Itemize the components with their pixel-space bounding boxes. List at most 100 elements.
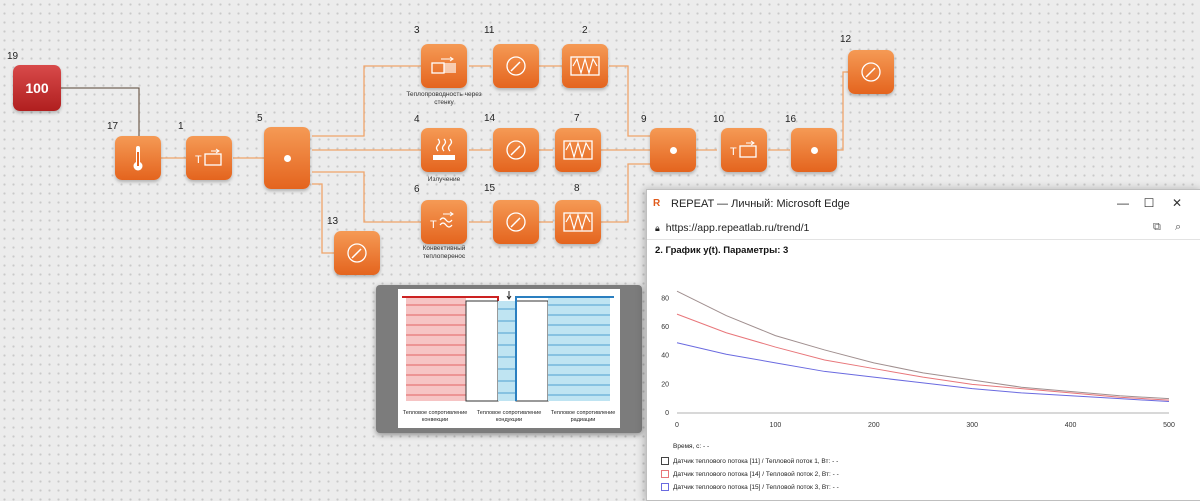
wall-conduction-icon <box>429 55 459 77</box>
node-block-16[interactable] <box>791 128 837 172</box>
block-number-7: 7 <box>574 113 580 124</box>
radiation-icon <box>429 137 459 163</box>
block-number-2: 2 <box>582 25 588 36</box>
x-tick-label-1: 100 <box>770 422 782 429</box>
block-number-3: 3 <box>414 25 420 36</box>
constant-value: 100 <box>25 80 49 96</box>
diagram-caption-conduction: Тепловое сопротивление кондукции <box>476 410 542 423</box>
svg-text:T: T <box>730 146 737 158</box>
heat-flux-sensor-block-15[interactable] <box>493 200 539 244</box>
legend-item-2[interactable]: Датчик теплового потока [14] / Тепловой … <box>661 470 839 478</box>
heat-flux-sensor-icon <box>505 139 527 161</box>
svg-text:T: T <box>195 154 202 166</box>
x-tick-label-4: 400 <box>1065 422 1077 429</box>
legend-checkbox-2[interactable] <box>661 470 669 478</box>
block-number-13: 13 <box>327 216 339 227</box>
heat-exchanger-diagram: Тепловое сопротивление конвекции Теплово… <box>376 285 642 433</box>
browser-window: R REPEAT — Личный: Microsoft Edge — ☐ ✕ … <box>646 189 1200 501</box>
block-number-11: 11 <box>484 25 495 36</box>
block-number-14: 14 <box>484 113 496 124</box>
diagram-caption-radiation: Тепловое сопротивление радиации <box>550 410 616 423</box>
heat-resistance-block-2[interactable] <box>562 44 608 88</box>
heat-resistance-icon <box>562 210 594 234</box>
close-icon[interactable]: ✕ <box>1169 196 1185 210</box>
legend-label-1: Датчик теплового потока [11] / Тепловой … <box>673 457 839 465</box>
temperature-source-icon: T <box>729 140 759 160</box>
block-number-6: 6 <box>414 184 420 195</box>
heat-flux-sensor-block-12[interactable] <box>848 50 894 94</box>
zoom-icon[interactable]: ⌕ <box>1175 221 1181 234</box>
window-title: REPEAT — Личный: Microsoft Edge <box>671 197 850 210</box>
convection-caption: Конвективный теплоперенос <box>422 245 466 260</box>
address-bar[interactable]: 🔒︎ https://app.repeatlab.ru/trend/1 ⧉ ⌕ <box>647 217 1200 240</box>
heat-resistance-block-8[interactable] <box>555 200 601 244</box>
y-tick-label-2: 40 <box>661 353 669 360</box>
legend-label-3: Датчик теплового потока [15] / Тепловой … <box>673 483 839 491</box>
y-tick-label-3: 60 <box>661 324 669 331</box>
heat-resistance-block-7[interactable] <box>555 128 601 172</box>
legend-item-3[interactable]: Датчик теплового потока [15] / Тепловой … <box>661 483 839 491</box>
temperature-source-block-10[interactable]: T <box>721 128 767 172</box>
minimize-icon[interactable]: — <box>1115 196 1131 210</box>
heat-flux-sensor-icon <box>505 211 527 233</box>
heat-flux-sensor-icon <box>505 55 527 77</box>
y-tick-label-1: 20 <box>661 381 669 388</box>
time-readout: Время, с: - - <box>673 443 710 450</box>
block-number-9: 9 <box>641 114 647 125</box>
legend-item-1[interactable]: Датчик теплового потока [11] / Тепловой … <box>661 457 838 465</box>
merge-node-block[interactable] <box>650 128 696 172</box>
node-dot-icon <box>669 146 677 154</box>
block-number-17: 17 <box>107 121 119 132</box>
block-number-19: 19 <box>7 51 19 62</box>
app-available-icon[interactable]: ⧉ <box>1153 221 1161 234</box>
x-tick-label-5: 500 <box>1163 422 1175 429</box>
y-tick-label-4: 80 <box>661 295 669 302</box>
convection-icon: T <box>429 210 459 234</box>
legend-label-2: Датчик теплового потока [14] / Тепловой … <box>673 470 839 478</box>
legend-checkbox-3[interactable] <box>661 483 669 491</box>
heat-resistance-icon <box>569 54 601 78</box>
convection-block[interactable]: T <box>421 200 467 244</box>
thermometer-block[interactable] <box>115 136 161 180</box>
block-number-5: 5 <box>257 113 263 124</box>
heat-flux-sensor-block-14[interactable] <box>493 128 539 172</box>
series-line-3 <box>676 342 1170 403</box>
splitter-node-block[interactable] <box>264 127 310 189</box>
window-titlebar: R REPEAT — Личный: Microsoft Edge — ☐ ✕ <box>647 190 1200 217</box>
radiation-block[interactable] <box>421 128 467 172</box>
heat-flux-sensor-block-13[interactable] <box>334 231 380 275</box>
x-tick-label-3: 300 <box>966 422 978 429</box>
block-number-10: 10 <box>713 114 725 125</box>
constant-source-block[interactable]: 100 <box>13 65 61 111</box>
wall-conduction-caption: Теплопроводность через стенку <box>406 91 482 106</box>
block-number-16: 16 <box>785 114 797 125</box>
trend-chart: 0 100 200 300 400 500 0 20 40 60 80 <box>661 290 1175 429</box>
chart-heading: 2. График y(t). Параметры: 3 <box>655 245 789 256</box>
wall-conduction-block[interactable] <box>421 44 467 88</box>
x-tick-label-0: 0 <box>675 422 679 429</box>
block-number-12: 12 <box>840 34 852 45</box>
thermometer-icon <box>131 144 145 172</box>
block-number-15: 15 <box>484 183 496 194</box>
heat-resistance-icon <box>562 138 594 162</box>
heat-flux-sensor-block-11[interactable] <box>493 44 539 88</box>
radiation-caption: Излучение <box>427 176 461 183</box>
block-number-8: 8 <box>574 183 580 194</box>
url-text[interactable]: https://app.repeatlab.ru/trend/1 <box>666 222 810 234</box>
heat-flux-sensor-icon <box>860 61 882 83</box>
lock-icon: 🔒︎ <box>655 222 660 233</box>
block-number-1: 1 <box>178 121 184 132</box>
heat-flux-sensor-icon <box>346 242 368 264</box>
app-logo-icon: R <box>653 198 661 209</box>
svg-text:T: T <box>430 219 437 231</box>
block-number-4: 4 <box>414 114 420 125</box>
series-line-2 <box>676 313 1170 401</box>
temperature-source-icon: T <box>194 148 224 168</box>
diagram-caption-convection: Тепловое сопротивление конвекции <box>402 410 468 423</box>
temperature-source-block-1[interactable]: T <box>186 136 232 180</box>
node-dot-icon <box>810 146 818 154</box>
x-tick-label-2: 200 <box>868 422 880 429</box>
y-tick-label-0: 0 <box>665 410 669 417</box>
maximize-icon[interactable]: ☐ <box>1141 196 1157 210</box>
legend-checkbox-1[interactable] <box>661 457 669 465</box>
